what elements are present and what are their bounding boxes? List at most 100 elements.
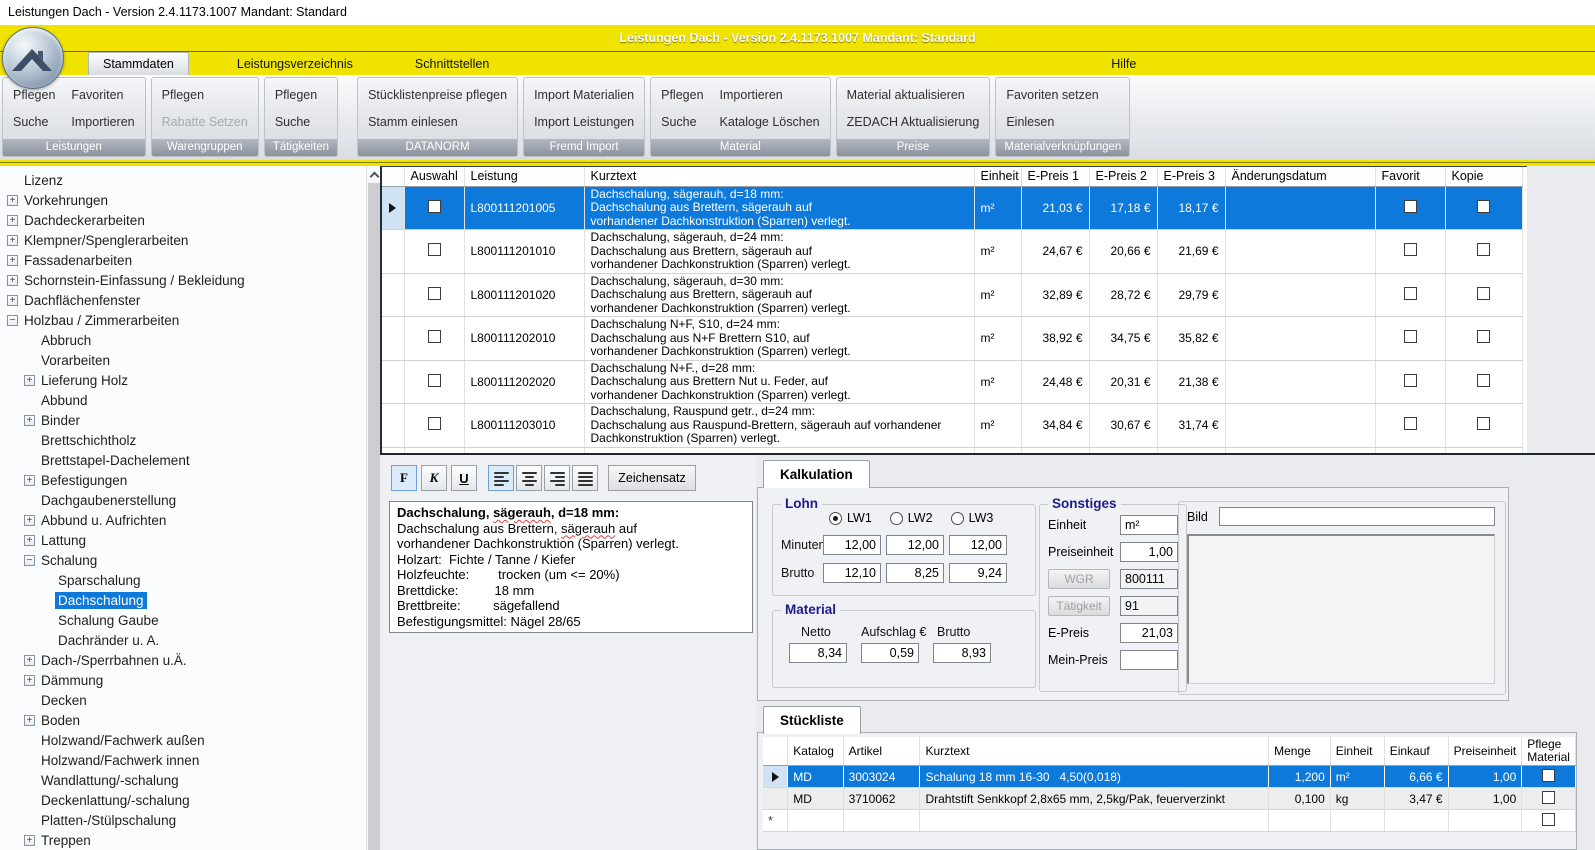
- expand-icon[interactable]: +: [24, 715, 35, 726]
- column-header-e-preis-1[interactable]: E-Preis 1: [1021, 167, 1089, 186]
- expand-icon[interactable]: +: [7, 215, 18, 226]
- tree-item-decken[interactable]: Decken: [0, 690, 366, 710]
- auswahl-checkbox[interactable]: [428, 374, 441, 387]
- tab-leistungsverzeichnis[interactable]: Leistungsverzeichnis: [223, 53, 367, 75]
- tree-item-holzbau-zimmerarbeiten[interactable]: −Holzbau / Zimmerarbeiten: [0, 310, 366, 330]
- align-center-button[interactable]: [516, 465, 542, 491]
- bild-path-field[interactable]: [1219, 507, 1495, 526]
- tree-item-holzwand-fachwerk-innen[interactable]: Holzwand/Fachwerk innen: [0, 750, 366, 770]
- favorit-checkbox[interactable]: [1404, 243, 1417, 256]
- ribbon-button-einlesen[interactable]: Einlesen: [1006, 111, 1098, 133]
- align-right-button[interactable]: [544, 465, 570, 491]
- column-header-artikel[interactable]: Artikel: [843, 737, 920, 766]
- bold-button[interactable]: F: [391, 465, 417, 491]
- expand-icon[interactable]: +: [24, 415, 35, 426]
- ribbon-button-rabatte-setzen[interactable]: Rabatte Setzen: [162, 111, 248, 133]
- ribbon-button-pflegen[interactable]: Pflegen: [275, 84, 317, 106]
- taetigkeit-button[interactable]: Tätigkeit: [1048, 596, 1110, 616]
- favorit-checkbox[interactable]: [1404, 200, 1417, 213]
- ribbon-button-pflegen[interactable]: Pflegen: [661, 84, 703, 106]
- expand-icon[interactable]: +: [7, 255, 18, 266]
- ribbon-button-importieren[interactable]: Importieren: [720, 84, 820, 106]
- scrollbar-thumb[interactable]: [368, 183, 380, 850]
- column-header-preiseinheit[interactable]: Preiseinheit: [1448, 737, 1522, 766]
- ribbon-button-favoriten[interactable]: Favoriten: [71, 84, 134, 106]
- tree-item-lizenz[interactable]: Lizenz: [0, 170, 366, 190]
- column-header-menge[interactable]: Menge: [1269, 737, 1331, 766]
- auswahl-checkbox[interactable]: [428, 243, 441, 256]
- scroll-up-icon[interactable]: [367, 166, 380, 182]
- radio-unselected-icon[interactable]: [951, 512, 964, 525]
- netto-field[interactable]: [789, 643, 847, 663]
- tree-item-abbruch[interactable]: Abbruch: [0, 330, 366, 350]
- table-row[interactable]: L800111201020Dachschalung, sägerauh, d=3…: [382, 273, 1522, 317]
- tab-stueckliste[interactable]: Stückliste: [763, 706, 861, 734]
- expand-icon[interactable]: +: [24, 835, 35, 846]
- table-row[interactable]: L800111203010Dachschalung, Rauspund getr…: [382, 404, 1522, 448]
- kopie-checkbox[interactable]: [1477, 330, 1490, 343]
- tree-item-sparschalung[interactable]: Sparschalung: [0, 570, 366, 590]
- stueckliste-row[interactable]: *: [763, 810, 1576, 832]
- epreis-field[interactable]: [1120, 623, 1178, 643]
- ribbon-button-suche[interactable]: Suche: [275, 111, 317, 133]
- wgr-field[interactable]: [1120, 569, 1178, 589]
- tree-item-lattung[interactable]: +Lattung: [0, 530, 366, 550]
- minuten-lw1-field[interactable]: [823, 535, 881, 555]
- radio-selected-icon[interactable]: [829, 512, 842, 525]
- ribbon-button-stücklistenpreise-pflegen[interactable]: Stücklistenpreise pflegen: [368, 84, 507, 106]
- kopie-checkbox[interactable]: [1477, 374, 1490, 387]
- wgr-button[interactable]: WGR: [1048, 569, 1110, 589]
- expand-icon[interactable]: +: [24, 655, 35, 666]
- kopie-checkbox[interactable]: [1477, 287, 1490, 300]
- favorit-checkbox[interactable]: [1404, 287, 1417, 300]
- collapse-icon[interactable]: −: [24, 555, 35, 566]
- tree-item-klempner-spenglerarbeiten[interactable]: +Klempner/Spenglerarbeiten: [0, 230, 366, 250]
- radio-unselected-icon[interactable]: [890, 512, 903, 525]
- ribbon-button-kataloge-löschen[interactable]: Kataloge Löschen: [720, 111, 820, 133]
- column-header-kopie[interactable]: Kopie: [1445, 167, 1522, 186]
- column-header-auswahl[interactable]: Auswahl: [404, 167, 464, 186]
- expand-icon[interactable]: +: [24, 515, 35, 526]
- tree-item-vorkehrungen[interactable]: +Vorkehrungen: [0, 190, 366, 210]
- pflege-material-checkbox[interactable]: [1542, 813, 1555, 826]
- auswahl-checkbox[interactable]: [428, 330, 441, 343]
- tree-item-wandlattung-schalung[interactable]: Wandlattung/-schalung: [0, 770, 366, 790]
- tree-item-dachdeckerarbeiten[interactable]: +Dachdeckerarbeiten: [0, 210, 366, 230]
- brutto-lw3-field[interactable]: [949, 563, 1007, 583]
- expand-icon[interactable]: +: [24, 675, 35, 686]
- ribbon-button-material-aktualisieren[interactable]: Material aktualisieren: [847, 84, 980, 106]
- radio-lw1[interactable]: LW1: [829, 511, 872, 525]
- tree-item-brettstapel-dachelement[interactable]: Brettstapel-Dachelement: [0, 450, 366, 470]
- ribbon-button-stamm-einlesen[interactable]: Stamm einlesen: [368, 111, 507, 133]
- table-row[interactable]: L800111202010Dachschalung N+F, S10, d=24…: [382, 317, 1522, 361]
- column-header-leistung[interactable]: Leistung: [464, 167, 584, 186]
- minuten-lw2-field[interactable]: [886, 535, 944, 555]
- ribbon-button-importieren[interactable]: Importieren: [71, 111, 134, 133]
- preiseinheit-field[interactable]: [1120, 542, 1178, 562]
- column-header-e-preis-2[interactable]: E-Preis 2: [1089, 167, 1157, 186]
- stueckliste-row[interactable]: MD3710062Drahtstift Senkkopf 2,8x65 mm, …: [763, 788, 1576, 810]
- tree-item-treppen[interactable]: +Treppen: [0, 830, 366, 850]
- expand-icon[interactable]: +: [24, 375, 35, 386]
- tree-item-brettschichtholz[interactable]: Brettschichtholz: [0, 430, 366, 450]
- tree-item-schalung[interactable]: −Schalung: [0, 550, 366, 570]
- column-header-kurztext[interactable]: Kurztext: [584, 167, 974, 186]
- auswahl-checkbox[interactable]: [428, 287, 441, 300]
- tree-item-abbund[interactable]: Abbund: [0, 390, 366, 410]
- favorit-checkbox[interactable]: [1404, 374, 1417, 387]
- minuten-lw3-field[interactable]: [949, 535, 1007, 555]
- meinpreis-field[interactable]: [1120, 650, 1178, 670]
- tab-kalkulation[interactable]: Kalkulation: [763, 460, 870, 488]
- favorit-checkbox[interactable]: [1404, 417, 1417, 430]
- expand-icon[interactable]: +: [7, 295, 18, 306]
- column-header-einheit[interactable]: Einheit: [974, 167, 1021, 186]
- table-row[interactable]: L800111202020Dachschalung N+F., d=28 mm:…: [382, 360, 1522, 404]
- ribbon-button-import-materialien[interactable]: Import Materialien: [534, 84, 634, 106]
- pflege-material-checkbox[interactable]: [1542, 769, 1555, 782]
- tree-item-fassadenarbeiten[interactable]: +Fassadenarbeiten: [0, 250, 366, 270]
- expand-icon[interactable]: +: [7, 235, 18, 246]
- tree-item-befestigungen[interactable]: +Befestigungen: [0, 470, 366, 490]
- table-row[interactable]: L800111201010Dachschalung, sägerauh, d=2…: [382, 230, 1522, 274]
- brutto-lw2-field[interactable]: [886, 563, 944, 583]
- column-header-e-preis-3[interactable]: E-Preis 3: [1157, 167, 1225, 186]
